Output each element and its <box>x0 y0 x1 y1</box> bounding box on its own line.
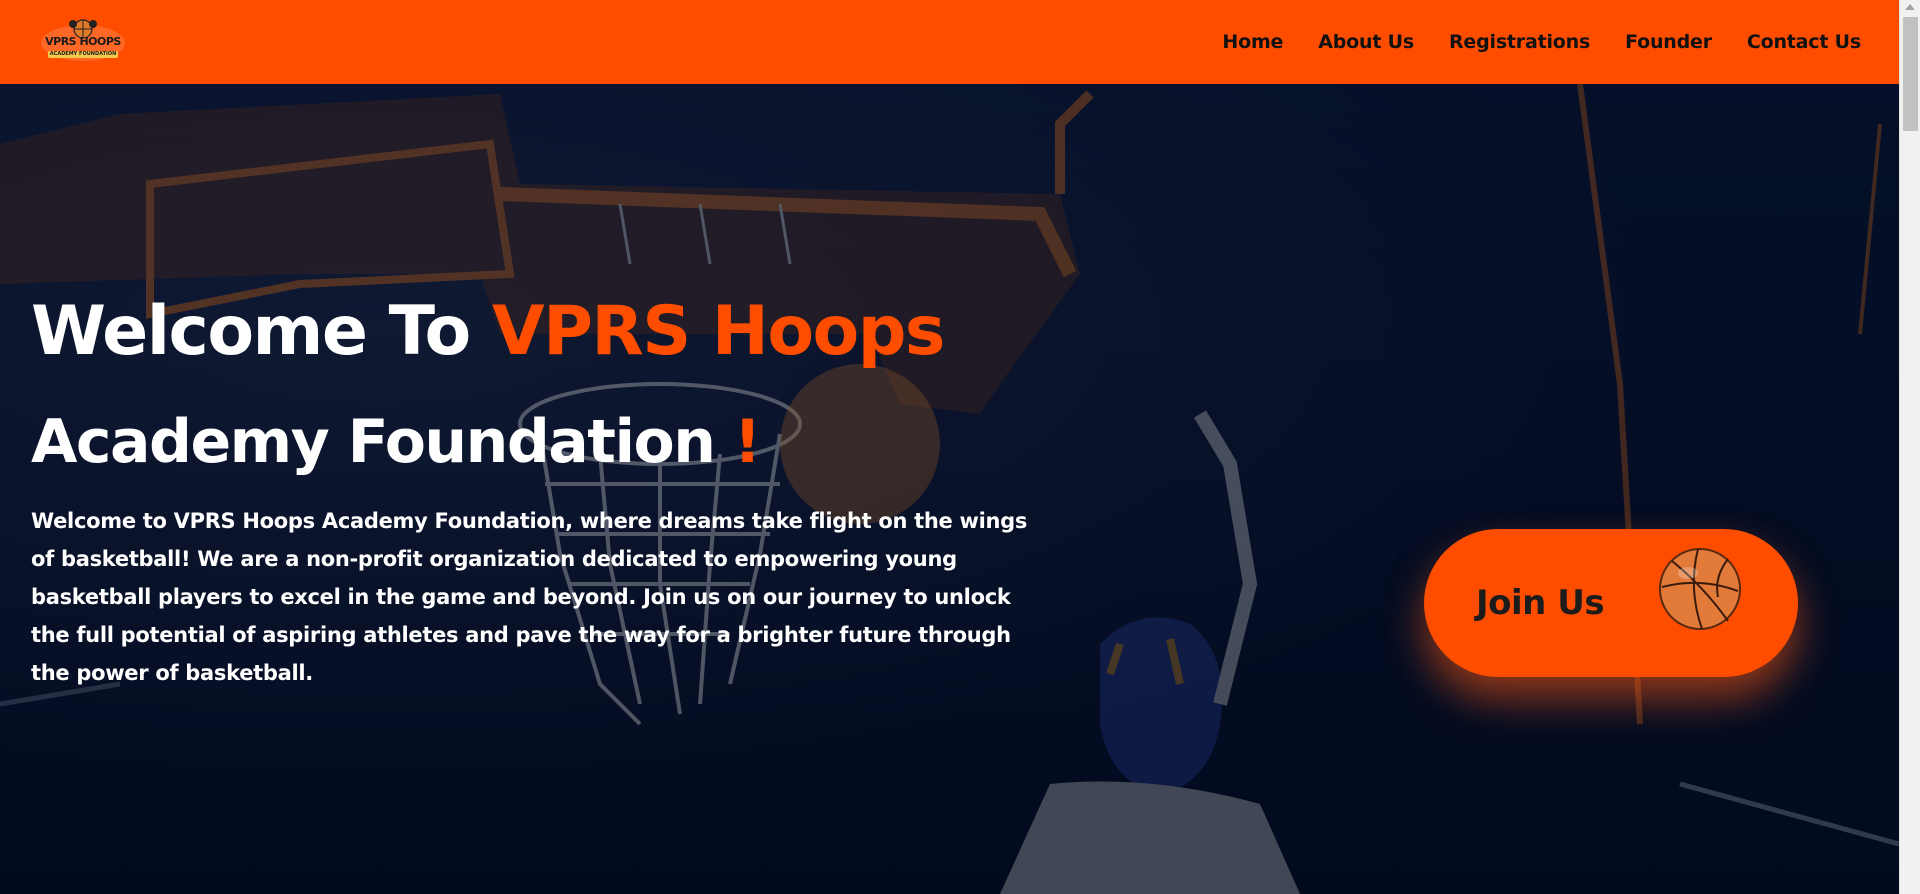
nav-about-us[interactable]: About Us <box>1318 31 1414 53</box>
hero-title-line2-text: Academy Foundation <box>31 407 734 477</box>
logo-text: VPRS HOOPS <box>45 35 121 48</box>
hero-title-prefix: Welcome To <box>31 292 492 371</box>
main-nav: Home About Us Registrations Founder Cont… <box>1187 31 1861 53</box>
logo-subtext: ACADEMY FOUNDATION <box>48 51 118 58</box>
join-us-label: Join Us <box>1476 583 1605 623</box>
hero-description: Welcome to VPRS Hoops Academy Foundation… <box>31 509 1028 685</box>
nav-registrations[interactable]: Registrations <box>1449 31 1590 53</box>
nav-founder[interactable]: Founder <box>1625 31 1712 53</box>
hero-section: Welcome To VPRS Hoops Academy Foundation… <box>0 84 1899 894</box>
hero-title-line-1: Welcome To VPRS Hoops <box>31 277 945 387</box>
hero-title-accent: VPRS Hoops <box>491 292 945 371</box>
basketball-icon <box>1659 548 1741 630</box>
hero-title-line-2: Academy Foundation ! <box>31 387 944 497</box>
join-us-button[interactable]: Join Us <box>1424 529 1798 677</box>
page: VPRS HOOPS ACADEMY FOUNDATION Home About… <box>0 0 1899 894</box>
hero-title: Welcome To VPRS Hoops Academy Foundation… <box>31 277 945 497</box>
hero-title-exclamation: ! <box>733 407 761 477</box>
scroll-up-arrow-icon[interactable] <box>1905 4 1915 10</box>
vertical-scrollbar[interactable] <box>1899 0 1920 894</box>
site-header: VPRS HOOPS ACADEMY FOUNDATION Home About… <box>0 0 1899 84</box>
nav-contact-us[interactable]: Contact Us <box>1747 31 1861 53</box>
nav-home[interactable]: Home <box>1222 31 1283 53</box>
site-logo[interactable]: VPRS HOOPS ACADEMY FOUNDATION <box>40 15 126 69</box>
scrollbar-thumb[interactable] <box>1903 17 1918 131</box>
